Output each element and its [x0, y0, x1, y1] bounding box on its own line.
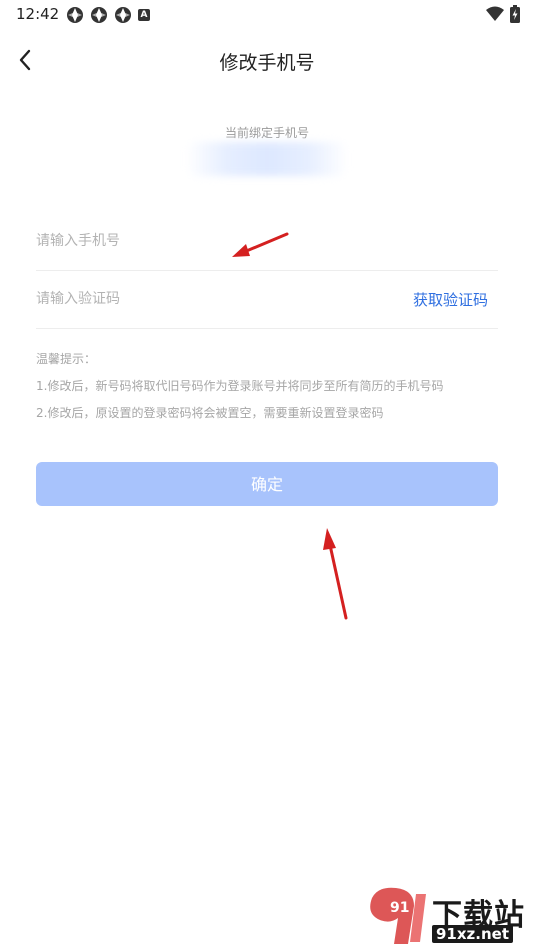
watermark-url: 91xz.net [432, 925, 514, 943]
confirm-button[interactable]: 确定 [36, 462, 498, 506]
system-icons [486, 5, 520, 23]
header: 修改手机号 [0, 40, 534, 80]
notification-icons: A [66, 6, 150, 24]
get-code-button[interactable]: 获取验证码 [413, 289, 488, 310]
page-title: 修改手机号 [219, 52, 315, 74]
watermark-logo-text: 91 [390, 900, 409, 916]
battery-charging-icon [510, 5, 520, 23]
app-icon [91, 7, 107, 23]
tips-line: 2.修改后，原设置的登录密码将会被置空，需要重新设置登录密码 [36, 406, 384, 420]
watermark-logo-icon: 91 [370, 887, 426, 944]
status-time: 12:42 [16, 5, 60, 23]
phone-input[interactable] [36, 228, 376, 254]
status-bar: 12:42 A [0, 0, 534, 28]
code-field: 获取验证码 [36, 270, 498, 329]
a-badge-icon: A [138, 9, 150, 21]
bound-phone-value-blurred [186, 142, 348, 176]
tips-line: 1.修改后，新号码将取代旧号码作为登录账号并将同步至所有简历的手机号码 [36, 379, 444, 393]
app-icon [115, 7, 131, 23]
arrow-to-confirm-button [323, 528, 348, 620]
tips: 温馨提示： 1.修改后，新号码将取代旧号码作为登录账号并将同步至所有简历的手机号… [36, 346, 443, 427]
wifi-icon [486, 6, 504, 21]
app-icon [67, 7, 83, 23]
tips-title: 温馨提示： [36, 352, 97, 366]
bound-phone-label: 当前绑定手机号 [224, 126, 309, 140]
verification-code-input[interactable] [36, 286, 376, 312]
watermark: 91 下载站 91xz.net [362, 884, 534, 950]
phone-field [36, 212, 498, 271]
